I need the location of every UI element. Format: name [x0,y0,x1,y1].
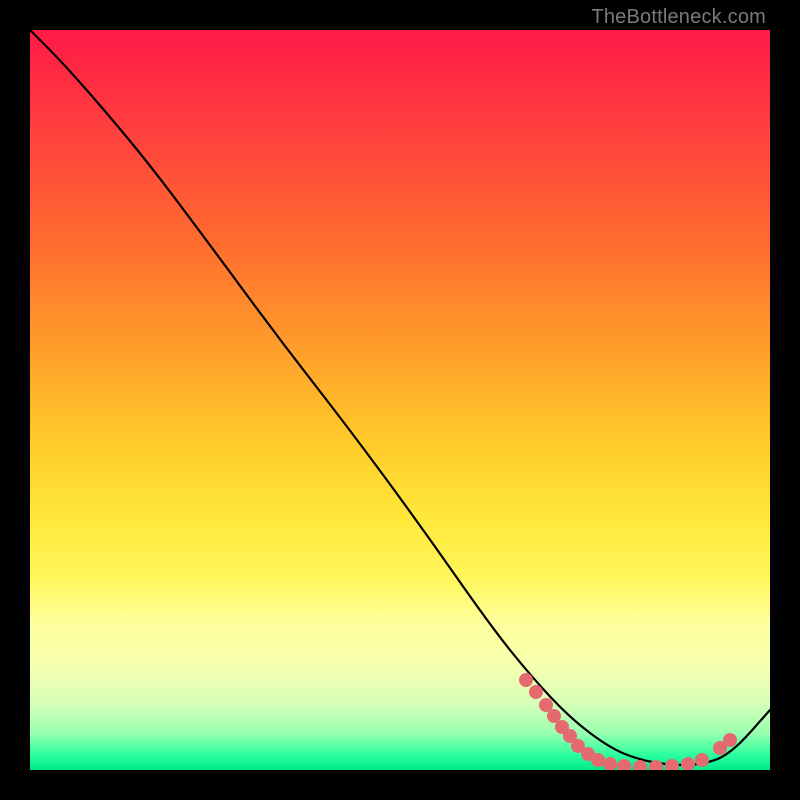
chart-frame: TheBottleneck.com [0,0,800,800]
plot-area [30,30,770,770]
attribution-label: TheBottleneck.com [591,6,766,29]
